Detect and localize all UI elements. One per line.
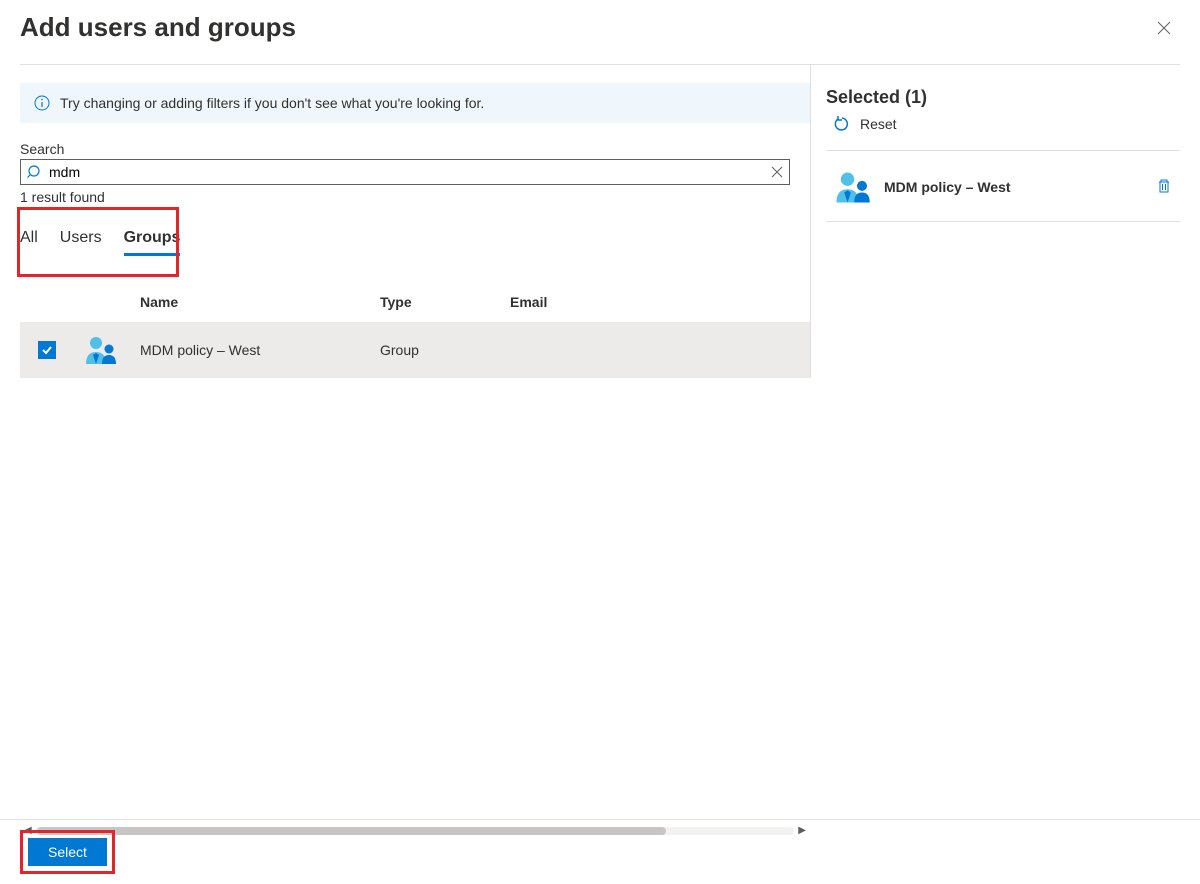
result-count: 1 result found [20, 189, 810, 205]
tab-groups[interactable]: Groups [124, 229, 181, 256]
column-name[interactable]: Name [140, 294, 380, 310]
close-icon [1157, 21, 1171, 35]
row-type: Group [380, 342, 510, 358]
row-name: MDM policy – West [140, 342, 380, 358]
table-row[interactable]: MDM policy – West Group [20, 322, 810, 378]
table-header: Name Type Email [20, 294, 810, 322]
column-type[interactable]: Type [380, 294, 510, 310]
checkmark-icon [41, 344, 53, 356]
reset-icon [834, 116, 850, 132]
dialog-title: Add users and groups [20, 12, 296, 43]
select-button[interactable]: Select [28, 838, 107, 866]
selected-item: MDM policy – West [826, 161, 1180, 222]
selected-heading: Selected (1) [826, 87, 1180, 108]
search-input[interactable] [49, 164, 771, 180]
reset-label: Reset [860, 116, 897, 132]
clear-search-icon[interactable] [771, 166, 783, 178]
selected-group-avatar-icon [832, 167, 872, 207]
tab-all[interactable]: All [20, 229, 38, 256]
row-checkbox[interactable] [38, 341, 56, 359]
trash-icon [1156, 178, 1172, 194]
filter-tabs: All Users Groups [20, 229, 810, 256]
search-icon [27, 164, 43, 180]
info-message: Try changing or adding filters if you do… [60, 95, 484, 111]
search-label: Search [20, 141, 810, 157]
reset-button[interactable]: Reset [834, 116, 1180, 132]
info-bar: Try changing or adding filters if you do… [20, 83, 810, 123]
highlight-select: Select [20, 830, 115, 874]
close-button[interactable] [1148, 12, 1180, 44]
tab-users[interactable]: Users [60, 229, 102, 256]
selected-divider [826, 150, 1180, 151]
info-icon [34, 95, 50, 111]
footer: Select [0, 819, 1200, 884]
group-avatar-icon [82, 332, 118, 368]
column-email[interactable]: Email [510, 294, 810, 310]
selected-item-name: MDM policy – West [884, 179, 1140, 195]
delete-selected-button[interactable] [1152, 174, 1176, 201]
